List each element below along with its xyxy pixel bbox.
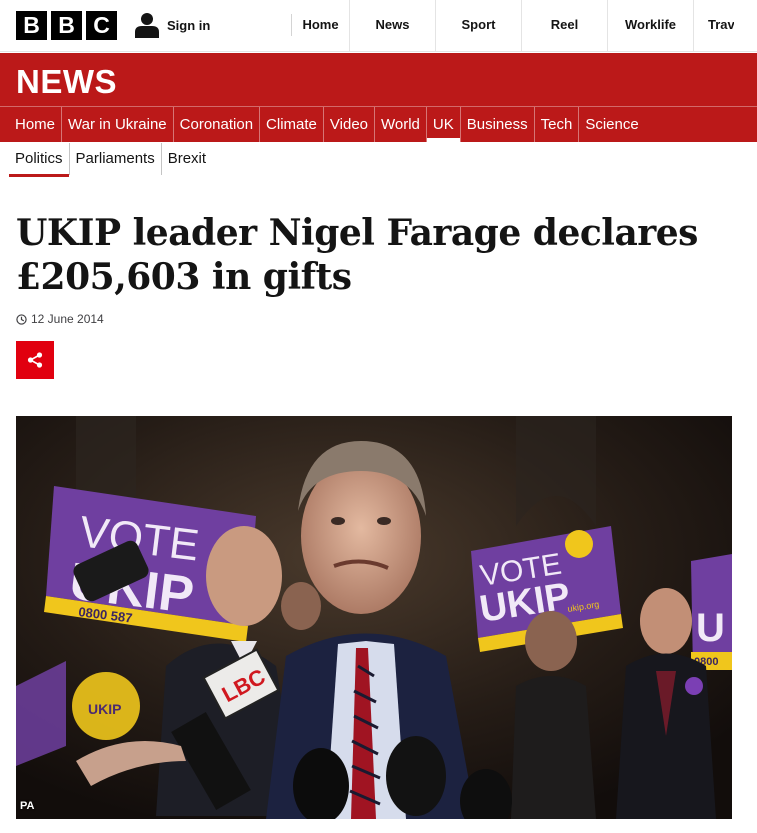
news-nav-video[interactable]: Video — [322, 107, 374, 142]
section-nav: Politics Parliaments Brexit — [9, 142, 212, 177]
news-nav-coronation[interactable]: Coronation — [172, 107, 259, 142]
article-image: VOTE UKIP 0800 587 VOTE UKIP ukip.org U … — [16, 416, 732, 819]
news-nav-world[interactable]: World — [374, 107, 426, 142]
share-icon — [27, 352, 43, 368]
news-title[interactable]: NEWS — [16, 63, 117, 101]
top-nav-sport[interactable]: Sport — [436, 0, 522, 52]
sign-in-link[interactable]: Sign in — [135, 12, 210, 38]
news-nav-uk[interactable]: UK — [425, 107, 460, 142]
image-credit: PA — [20, 800, 35, 812]
news-nav-science[interactable]: Science — [578, 107, 644, 142]
article-headline: UKIP leader Nigel Farage declares £205,6… — [16, 212, 698, 298]
photo-illustration: VOTE UKIP 0800 587 VOTE UKIP ukip.org U … — [16, 416, 732, 819]
top-nav: Home News Sport Reel Worklife Trav — [292, 0, 734, 52]
user-icon — [135, 13, 159, 38]
date-text: 12 June 2014 — [31, 312, 104, 326]
sign-in-label: Sign in — [167, 17, 211, 33]
news-nav-war-in-ukraine[interactable]: War in Ukraine — [61, 107, 173, 142]
news-nav-climate[interactable]: Climate — [259, 107, 323, 142]
top-bar: B B C Sign in Home News Sport Reel Workl… — [0, 0, 757, 52]
top-nav-reel[interactable]: Reel — [522, 0, 608, 52]
section-nav-parliaments[interactable]: Parliaments — [68, 143, 161, 175]
clock-icon — [16, 313, 27, 325]
badge-text: UKIP — [88, 701, 121, 717]
news-nav-home[interactable]: Home — [9, 107, 61, 142]
news-nav: Home War in Ukraine Coronation Climate V… — [9, 107, 645, 142]
top-nav-news[interactable]: News — [350, 0, 436, 52]
logo-letter: B — [16, 11, 47, 40]
vote-ukip-sign-edge: U 0800 — [691, 554, 732, 671]
news-nav-tech[interactable]: Tech — [533, 107, 579, 142]
logo-letter: B — [51, 11, 82, 40]
bbc-logo[interactable]: B B C — [16, 11, 117, 40]
news-header: NEWS Home War in Ukraine Coronation Clim… — [0, 53, 757, 142]
top-nav-home[interactable]: Home — [292, 0, 350, 52]
top-nav-worklife[interactable]: Worklife — [608, 0, 694, 52]
top-nav-travel[interactable]: Trav — [694, 0, 734, 52]
logo-letter: C — [86, 11, 117, 40]
svg-text:U: U — [696, 606, 725, 650]
section-nav-brexit[interactable]: Brexit — [160, 143, 212, 175]
news-nav-business[interactable]: Business — [459, 107, 534, 142]
article-date: 12 June 2014 — [16, 312, 104, 326]
share-button[interactable] — [16, 341, 54, 379]
section-nav-politics[interactable]: Politics — [9, 143, 69, 177]
